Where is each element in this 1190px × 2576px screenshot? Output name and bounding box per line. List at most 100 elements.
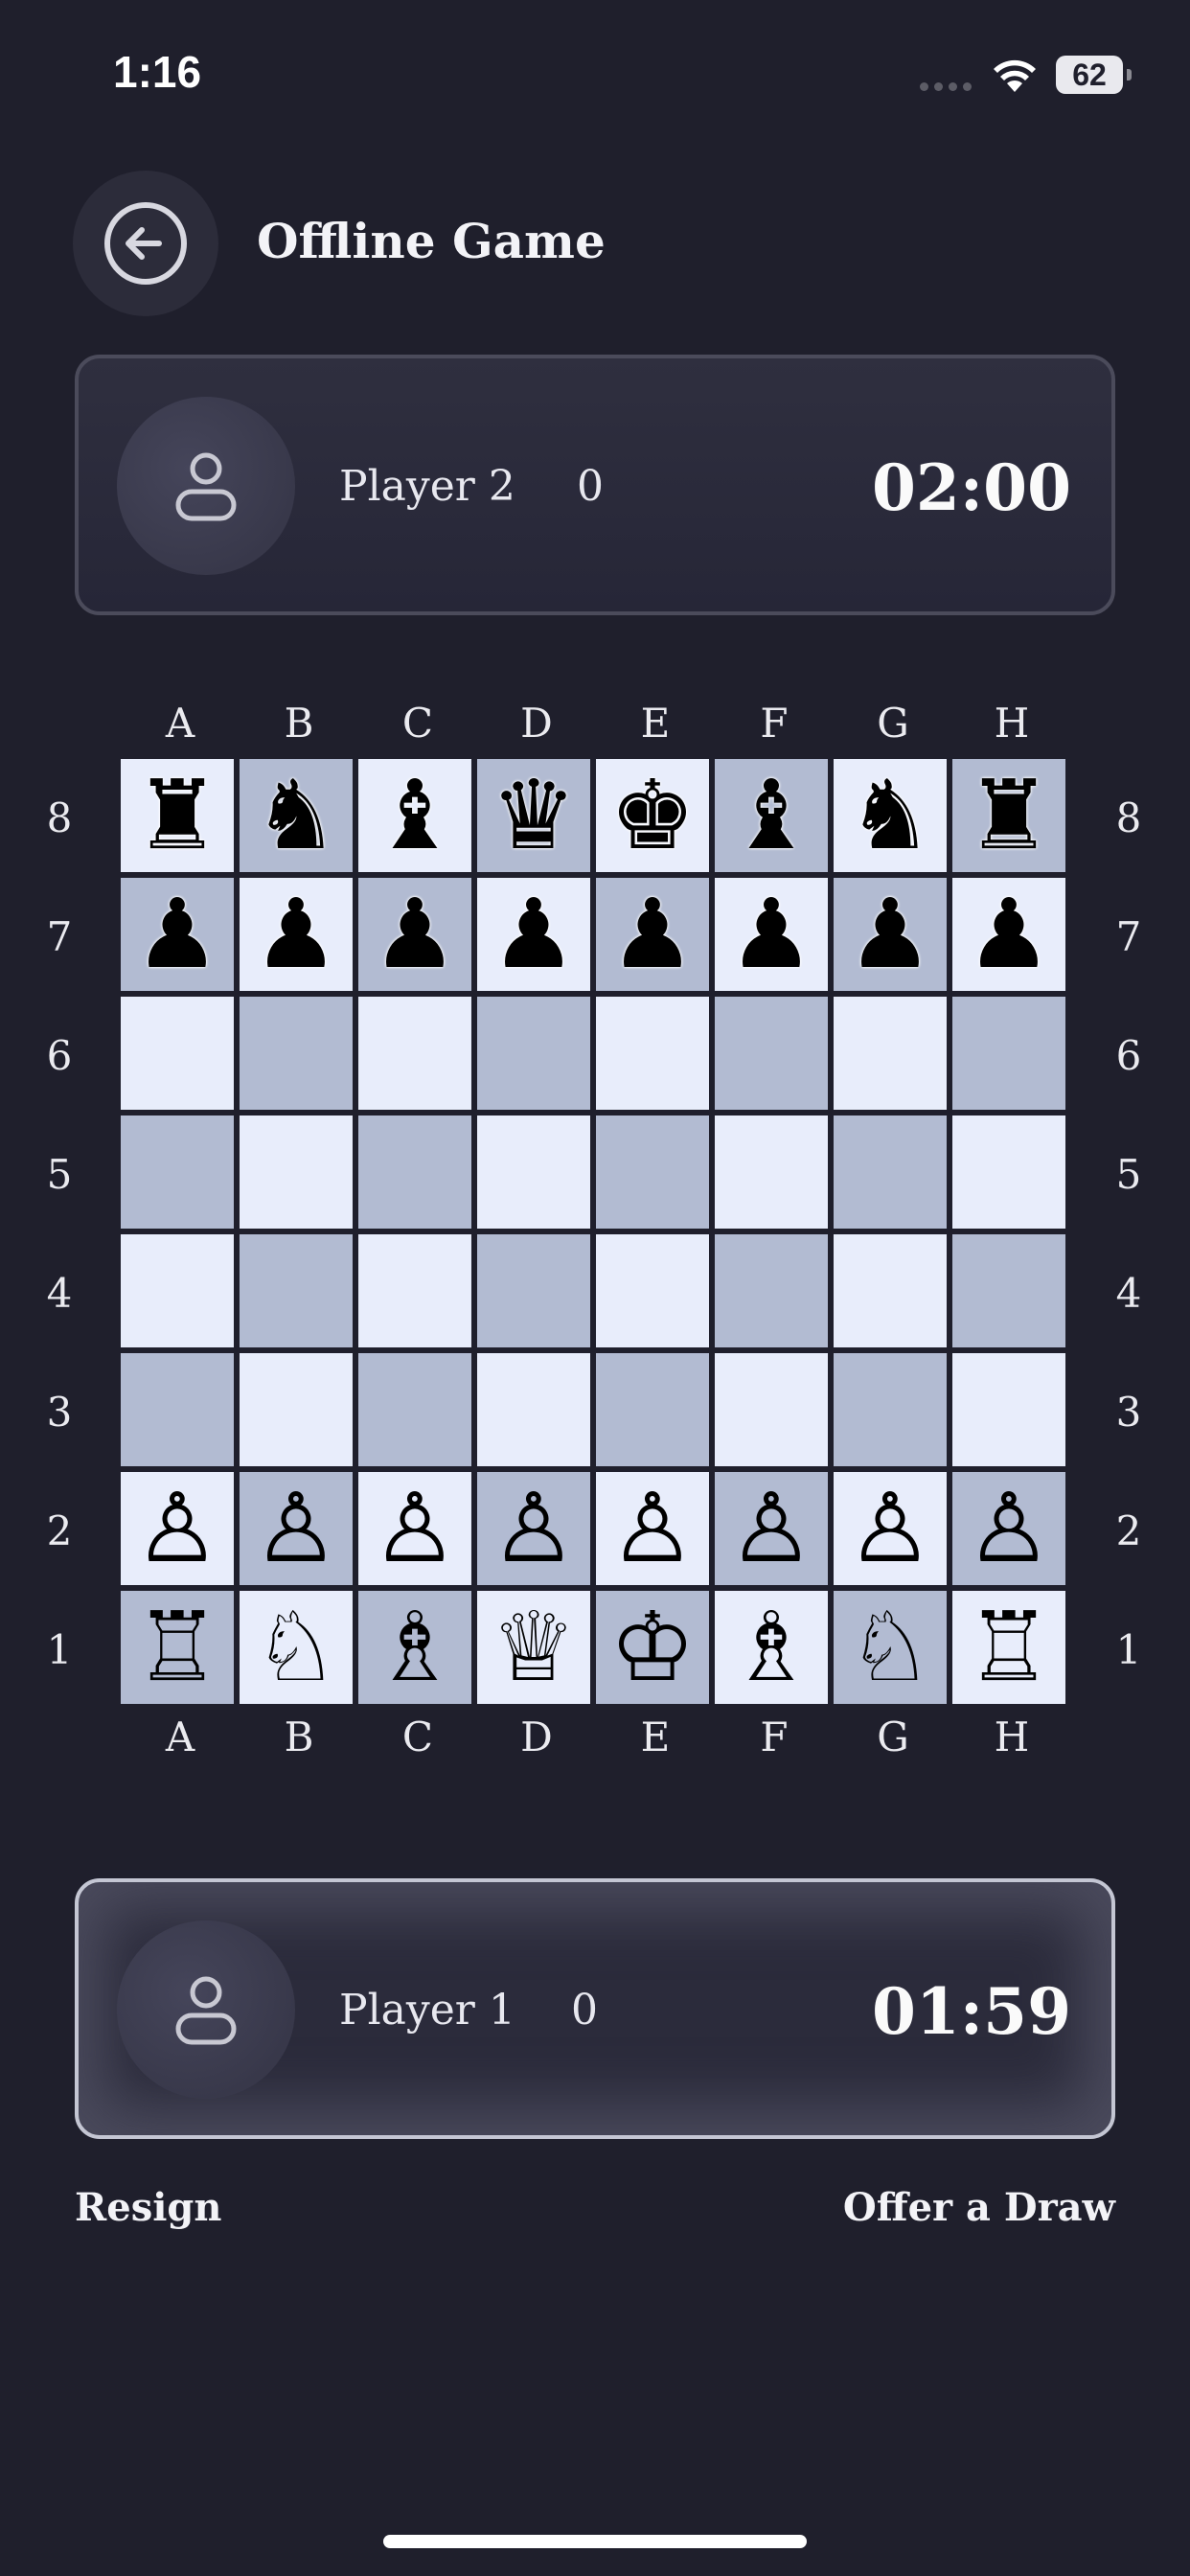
white-piece[interactable]: ♙ (728, 1481, 814, 1576)
square-b7[interactable]: ♟ (240, 878, 353, 991)
black-piece[interactable]: ♝ (372, 768, 458, 863)
square-d2[interactable]: ♙ (477, 1472, 590, 1585)
white-piece[interactable]: ♕ (491, 1599, 577, 1695)
square-h2[interactable]: ♙ (952, 1472, 1065, 1585)
square-d6[interactable] (477, 997, 590, 1110)
square-h5[interactable] (952, 1116, 1065, 1229)
black-piece[interactable]: ♟ (728, 886, 814, 982)
white-piece[interactable]: ♖ (134, 1599, 220, 1695)
square-d8[interactable]: ♛ (477, 759, 590, 872)
square-a4[interactable] (121, 1234, 234, 1347)
square-e5[interactable] (596, 1116, 709, 1229)
white-piece[interactable]: ♙ (609, 1481, 696, 1576)
black-piece[interactable]: ♚ (609, 768, 696, 863)
black-piece[interactable]: ♟ (491, 886, 577, 982)
square-f4[interactable] (715, 1234, 828, 1347)
square-f7[interactable]: ♟ (715, 878, 828, 991)
black-piece[interactable]: ♝ (728, 768, 814, 863)
square-h7[interactable]: ♟ (952, 878, 1065, 991)
square-b1[interactable]: ♘ (240, 1591, 353, 1704)
white-piece[interactable]: ♗ (372, 1599, 458, 1695)
square-d1[interactable]: ♕ (477, 1591, 590, 1704)
square-g5[interactable] (834, 1116, 947, 1229)
white-piece[interactable]: ♙ (372, 1481, 458, 1576)
home-indicator[interactable] (383, 2535, 807, 2548)
black-piece[interactable]: ♟ (847, 886, 933, 982)
square-e8[interactable]: ♚ (596, 759, 709, 872)
black-piece[interactable]: ♟ (372, 886, 458, 982)
black-piece[interactable]: ♞ (253, 768, 339, 863)
resign-button[interactable]: Resign (75, 2185, 221, 2230)
black-piece[interactable]: ♜ (134, 768, 220, 863)
square-c8[interactable]: ♝ (358, 759, 471, 872)
square-g6[interactable] (834, 997, 947, 1110)
square-b4[interactable] (240, 1234, 353, 1347)
white-piece[interactable]: ♙ (847, 1481, 933, 1576)
white-piece[interactable]: ♘ (847, 1599, 933, 1695)
square-f8[interactable]: ♝ (715, 759, 828, 872)
square-c1[interactable]: ♗ (358, 1591, 471, 1704)
square-f3[interactable] (715, 1353, 828, 1466)
square-h3[interactable] (952, 1353, 1065, 1466)
square-c6[interactable] (358, 997, 471, 1110)
square-a2[interactable]: ♙ (121, 1472, 234, 1585)
square-a6[interactable] (121, 997, 234, 1110)
white-piece[interactable]: ♘ (253, 1599, 339, 1695)
square-c5[interactable] (358, 1116, 471, 1229)
square-b3[interactable] (240, 1353, 353, 1466)
square-e3[interactable] (596, 1353, 709, 1466)
square-d7[interactable]: ♟ (477, 878, 590, 991)
square-g2[interactable]: ♙ (834, 1472, 947, 1585)
square-h1[interactable]: ♖ (952, 1591, 1065, 1704)
square-f6[interactable] (715, 997, 828, 1110)
square-d3[interactable] (477, 1353, 590, 1466)
square-g4[interactable] (834, 1234, 947, 1347)
black-piece[interactable]: ♟ (134, 886, 220, 982)
square-h6[interactable] (952, 997, 1065, 1110)
square-g1[interactable]: ♘ (834, 1591, 947, 1704)
square-e1[interactable]: ♔ (596, 1591, 709, 1704)
square-a3[interactable] (121, 1353, 234, 1466)
white-piece[interactable]: ♙ (491, 1481, 577, 1576)
square-b2[interactable]: ♙ (240, 1472, 353, 1585)
square-b6[interactable] (240, 997, 353, 1110)
square-e7[interactable]: ♟ (596, 878, 709, 991)
square-e2[interactable]: ♙ (596, 1472, 709, 1585)
square-g7[interactable]: ♟ (834, 878, 947, 991)
white-piece[interactable]: ♙ (966, 1481, 1052, 1576)
white-piece[interactable]: ♙ (134, 1481, 220, 1576)
black-piece[interactable]: ♞ (847, 768, 933, 863)
square-c2[interactable]: ♙ (358, 1472, 471, 1585)
back-button[interactable] (73, 171, 218, 316)
black-piece[interactable]: ♟ (609, 886, 696, 982)
square-f5[interactable] (715, 1116, 828, 1229)
square-h4[interactable] (952, 1234, 1065, 1347)
black-piece[interactable]: ♟ (253, 886, 339, 982)
square-h8[interactable]: ♜ (952, 759, 1065, 872)
white-piece[interactable]: ♙ (253, 1481, 339, 1576)
square-e4[interactable] (596, 1234, 709, 1347)
white-piece[interactable]: ♗ (728, 1599, 814, 1695)
white-piece[interactable]: ♖ (966, 1599, 1052, 1695)
black-piece[interactable]: ♛ (491, 768, 577, 863)
white-piece[interactable]: ♔ (609, 1599, 696, 1695)
square-c4[interactable] (358, 1234, 471, 1347)
square-a8[interactable]: ♜ (121, 759, 234, 872)
square-f2[interactable]: ♙ (715, 1472, 828, 1585)
square-c3[interactable] (358, 1353, 471, 1466)
square-d4[interactable] (477, 1234, 590, 1347)
square-f1[interactable]: ♗ (715, 1591, 828, 1704)
black-piece[interactable]: ♜ (966, 768, 1052, 863)
black-piece[interactable]: ♟ (966, 886, 1052, 982)
square-d5[interactable] (477, 1116, 590, 1229)
square-a5[interactable] (121, 1116, 234, 1229)
square-e6[interactable] (596, 997, 709, 1110)
offer-draw-button[interactable]: Offer a Draw (843, 2185, 1115, 2230)
square-g8[interactable]: ♞ (834, 759, 947, 872)
square-b5[interactable] (240, 1116, 353, 1229)
square-a7[interactable]: ♟ (121, 878, 234, 991)
square-a1[interactable]: ♖ (121, 1591, 234, 1704)
square-b8[interactable]: ♞ (240, 759, 353, 872)
square-g3[interactable] (834, 1353, 947, 1466)
square-c7[interactable]: ♟ (358, 878, 471, 991)
